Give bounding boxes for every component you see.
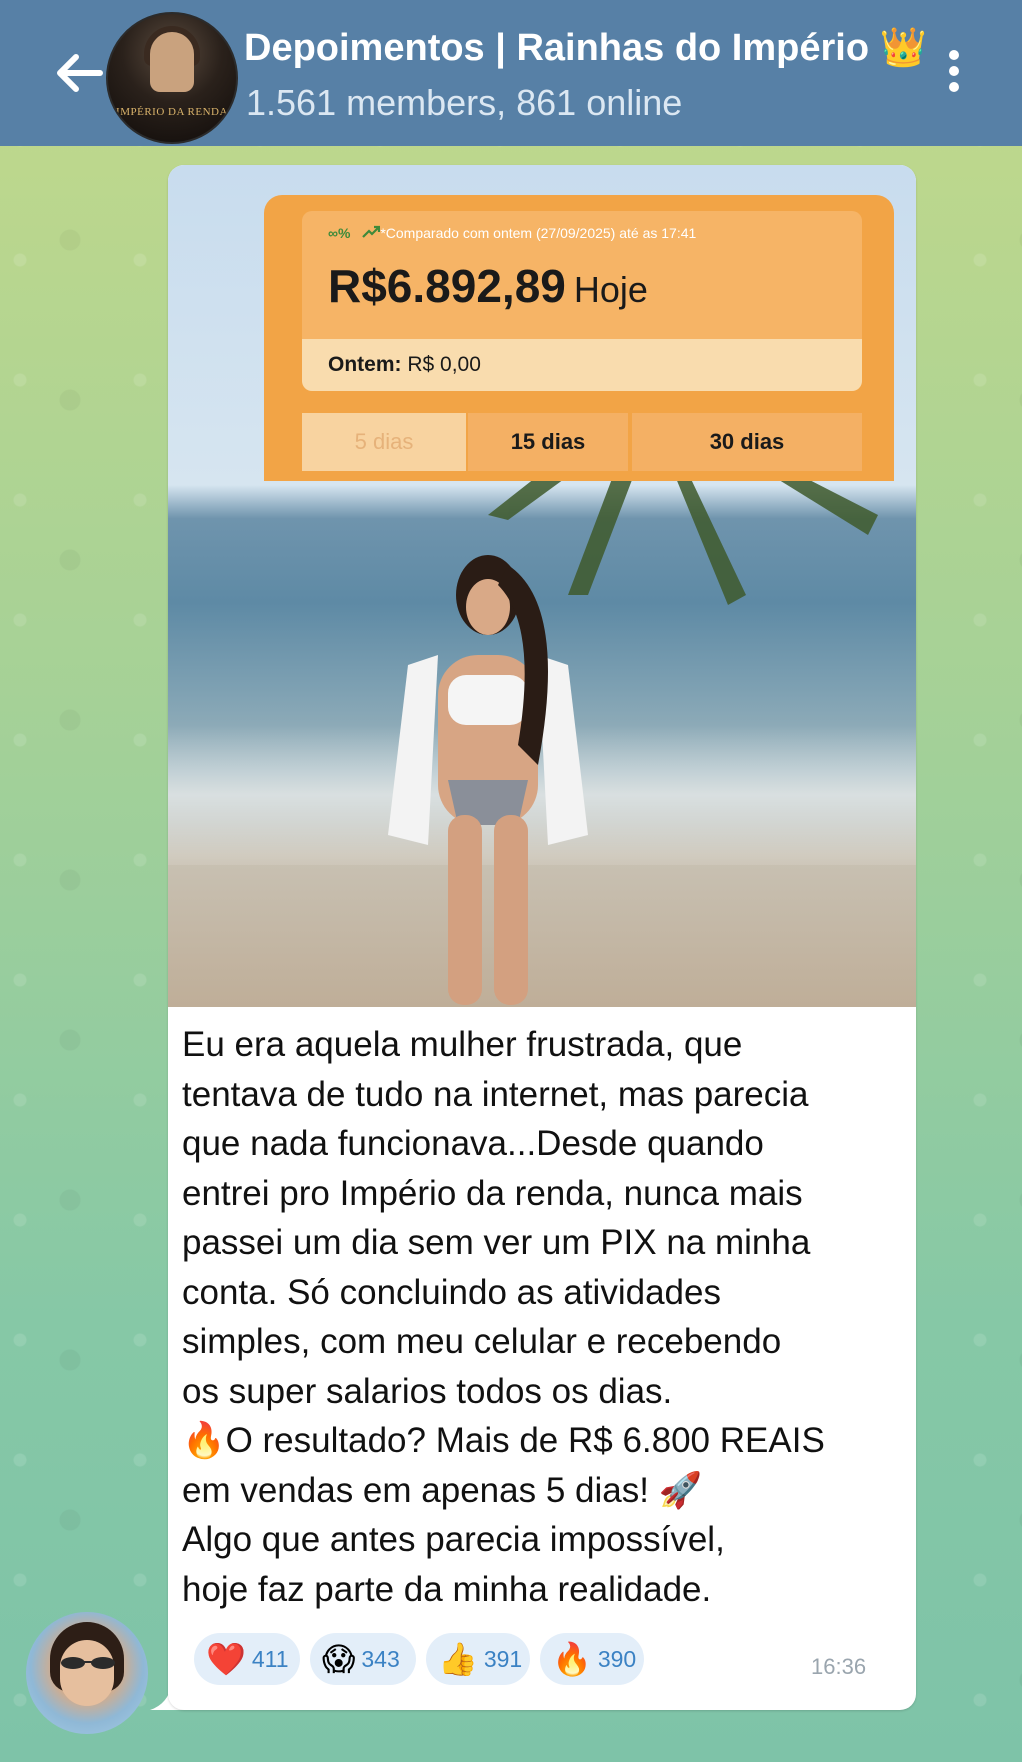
chat-member-count: 1.561 members, 861 online bbox=[246, 82, 683, 123]
message-timestamp: 16:36 bbox=[811, 1654, 867, 1679]
tab-5-dias[interactable]: 5 dias bbox=[302, 413, 466, 471]
message-bubble[interactable]: ∞% *Comparado com ontem (27/09/2025) até… bbox=[168, 165, 916, 1710]
avatar-logo-text: IMPÉRIO DA RENDA bbox=[116, 106, 228, 118]
percent-indicator: ∞% bbox=[328, 225, 351, 241]
message-photo[interactable]: ∞% *Comparado com ontem (27/09/2025) até… bbox=[168, 165, 916, 1007]
woman-figure bbox=[388, 555, 588, 1005]
reaction-count: 390 bbox=[597, 1645, 637, 1672]
thumbs-up-icon: 👍 bbox=[438, 1641, 478, 1677]
reactions-row: ❤️ 411 😱 343 👍 391 🔥 390 bbox=[194, 1633, 794, 1685]
avatar-person bbox=[150, 32, 194, 92]
message-text: Eu era aquela mulher frustrada, que tent… bbox=[182, 1025, 825, 1609]
scream-face-icon: 😱 bbox=[322, 1641, 356, 1677]
yesterday-row: Ontem: R$ 0,00 bbox=[302, 339, 862, 391]
period-tabs: 5 dias 15 dias 30 dias bbox=[302, 413, 862, 471]
amount-value: R$6.892,89 Hoje bbox=[328, 259, 648, 313]
back-arrow-icon[interactable] bbox=[50, 48, 110, 98]
chat-title[interactable]: Depoimentos | Rainhas do Império 👑 bbox=[244, 26, 927, 70]
chat-header: IMPÉRIO DA RENDA Depoimentos | Rainhas d… bbox=[0, 0, 1022, 146]
comparison-note: *Comparado com ontem (27/09/2025) até as… bbox=[380, 225, 697, 241]
trend-up-icon bbox=[362, 225, 380, 238]
comparison-row: ∞% *Comparado com ontem (27/09/2025) até… bbox=[328, 225, 696, 241]
sender-face bbox=[60, 1640, 114, 1706]
sender-avatar[interactable] bbox=[26, 1612, 148, 1734]
reaction-count: 411 bbox=[251, 1645, 289, 1672]
yesterday-value: R$ 0,00 bbox=[407, 353, 481, 376]
yesterday-label: Ontem: bbox=[328, 353, 402, 376]
group-avatar[interactable]: IMPÉRIO DA RENDA bbox=[106, 12, 238, 144]
heart-icon: ❤️ bbox=[206, 1641, 246, 1677]
reaction-count: 343 bbox=[361, 1645, 400, 1672]
dashboard-summary: ∞% *Comparado com ontem (27/09/2025) até… bbox=[302, 211, 862, 339]
today-label: Hoje bbox=[573, 269, 648, 310]
tab-30-dias[interactable]: 30 dias bbox=[632, 413, 862, 471]
more-menu-icon[interactable] bbox=[944, 50, 964, 100]
amount-number: R$6.892,89 bbox=[328, 260, 566, 312]
fire-icon: 🔥 bbox=[552, 1641, 592, 1677]
earnings-dashboard: ∞% *Comparado com ontem (27/09/2025) até… bbox=[264, 195, 894, 481]
reaction-fire[interactable]: 🔥 390 bbox=[540, 1633, 644, 1685]
sunglasses-icon bbox=[61, 1657, 115, 1669]
reaction-count: 391 bbox=[483, 1645, 523, 1672]
reaction-scream[interactable]: 😱 343 bbox=[310, 1633, 416, 1685]
reaction-heart[interactable]: ❤️ 411 bbox=[194, 1633, 300, 1685]
tab-15-dias[interactable]: 15 dias bbox=[468, 413, 628, 471]
reaction-thumbs-up[interactable]: 👍 391 bbox=[426, 1633, 530, 1685]
